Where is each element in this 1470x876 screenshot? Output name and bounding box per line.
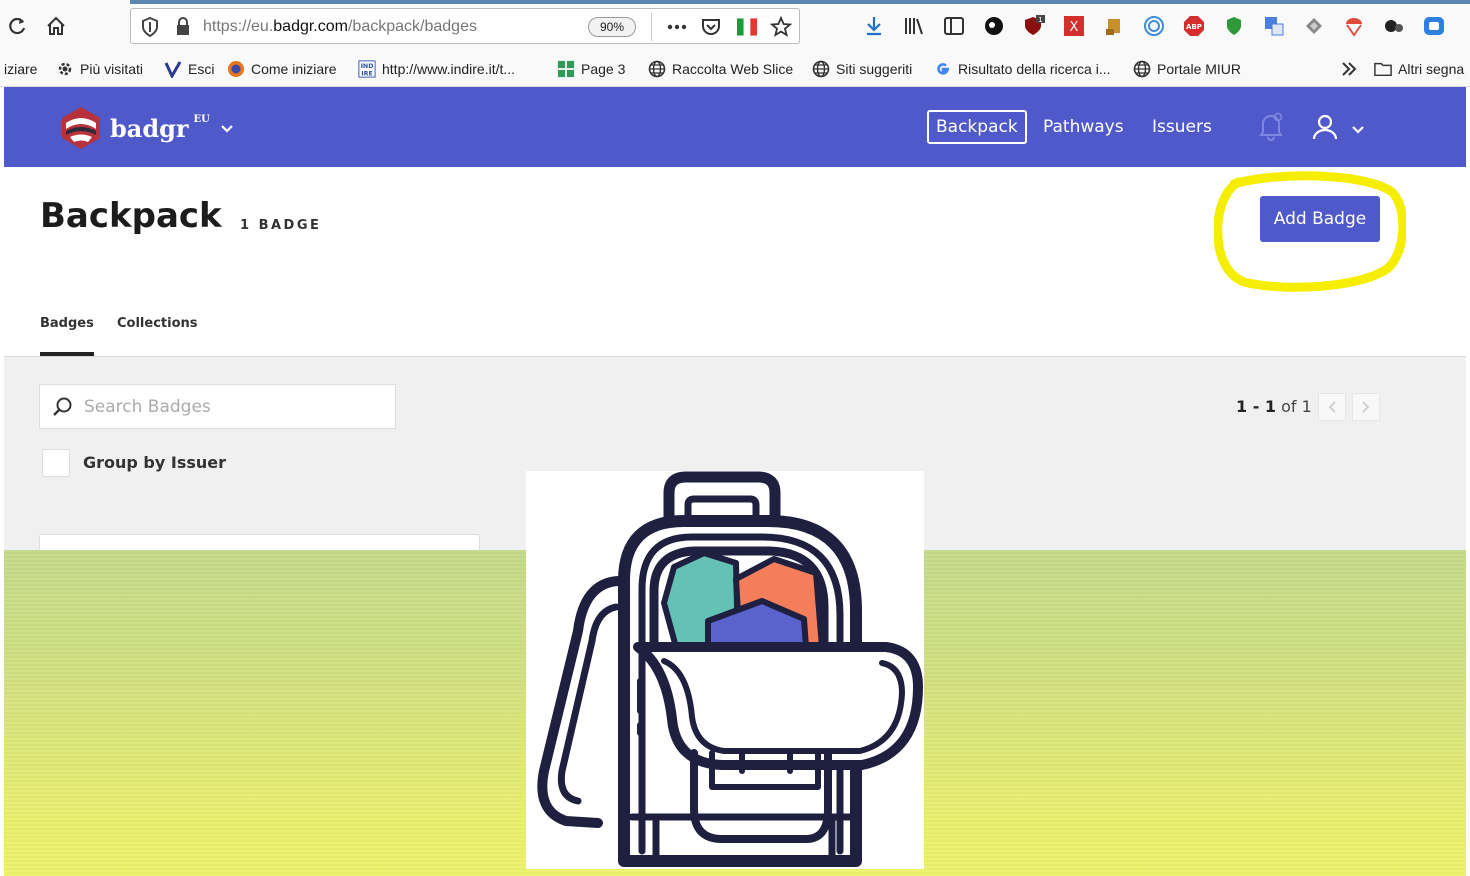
bubbles-extension-icon[interactable] bbox=[1382, 14, 1406, 38]
gear-icon bbox=[56, 60, 74, 78]
user-account-icon[interactable] bbox=[1312, 113, 1338, 145]
nav-backpack[interactable]: Backpack bbox=[927, 110, 1027, 144]
brand-region: EU bbox=[193, 113, 210, 125]
search-box bbox=[39, 384, 396, 429]
backpack-illustration bbox=[526, 471, 924, 869]
italy-flag-icon[interactable] bbox=[735, 15, 759, 39]
more-bookmarks-chevron-icon[interactable] bbox=[1340, 58, 1358, 80]
badge-count: 1 BADGE bbox=[240, 218, 322, 233]
bookmark-item[interactable]: Portale MIUR bbox=[1133, 58, 1241, 80]
bookmark-item[interactable]: Page 3 bbox=[557, 58, 625, 80]
bookmark-label: Risultato della ricerca i... bbox=[958, 61, 1111, 77]
bookmark-label: http://www.indire.it/t... bbox=[382, 61, 516, 77]
page-title: Backpack bbox=[40, 196, 222, 236]
next-page-button[interactable] bbox=[1352, 393, 1380, 421]
tab-badges[interactable]: Badges bbox=[40, 316, 94, 356]
circle-extension-icon[interactable] bbox=[1142, 14, 1166, 38]
group-by-issuer-checkbox[interactable] bbox=[42, 449, 70, 477]
pagination-total: of 1 bbox=[1281, 397, 1312, 416]
svg-text:1: 1 bbox=[1038, 16, 1042, 24]
chevron-left-icon bbox=[1328, 401, 1336, 413]
translate-extension-icon[interactable]: X bbox=[1062, 14, 1086, 38]
search-input[interactable] bbox=[84, 394, 384, 420]
bookmark-item[interactable]: Esci bbox=[164, 58, 214, 80]
toolbar-accent-line bbox=[130, 0, 1470, 4]
page-grid-icon bbox=[557, 60, 575, 78]
firefox-icon bbox=[227, 60, 245, 78]
app-header: badgr EU Backpack Pathways Issuers bbox=[4, 87, 1466, 167]
chat-extension-icon[interactable] bbox=[1422, 14, 1446, 38]
bookmark-item[interactable]: iziare bbox=[4, 58, 37, 80]
bookmark-item[interactable]: Risultato della ricerca i... bbox=[934, 58, 1111, 80]
folder-icon bbox=[1374, 60, 1392, 78]
group-by-issuer-label: Group by Issuer bbox=[83, 453, 227, 472]
scroll-extension-icon[interactable] bbox=[1102, 14, 1126, 38]
sidebar-icon[interactable] bbox=[942, 14, 966, 38]
svg-text:ABP: ABP bbox=[1186, 23, 1202, 31]
pagination-range: 1 - 1 bbox=[1236, 397, 1277, 416]
extension-ghost-icon[interactable] bbox=[982, 14, 1006, 38]
svg-text:IRE: IRE bbox=[361, 70, 373, 77]
diamond-extension-icon[interactable] bbox=[1302, 14, 1326, 38]
globe-icon bbox=[812, 60, 830, 78]
bookmark-label: Portale MIUR bbox=[1157, 61, 1242, 77]
google-translate-icon[interactable] bbox=[1262, 14, 1286, 38]
url-text[interactable]: https://eu.badgr.com/backpack/badges bbox=[203, 18, 477, 36]
bookmark-label: Esci bbox=[188, 61, 215, 77]
other-bookmarks-label: Altri segna bbox=[1398, 61, 1465, 77]
globe-icon bbox=[648, 60, 666, 78]
bookmark-item[interactable]: Come iniziare bbox=[227, 58, 337, 80]
tab-collections[interactable]: Collections bbox=[117, 316, 198, 356]
bookmarks-bar: iziare Più visitati Esci Come iniziare I… bbox=[0, 52, 1470, 87]
backpack-icon bbox=[537, 471, 923, 867]
nav-pathways[interactable]: Pathways bbox=[1043, 110, 1124, 144]
balloon-extension-icon[interactable] bbox=[1342, 14, 1366, 38]
bookmark-label: Page 3 bbox=[581, 61, 626, 77]
bookmark-label: Più visitati bbox=[80, 61, 144, 77]
brand-name: badgr bbox=[110, 113, 189, 143]
previous-page-button[interactable] bbox=[1318, 393, 1346, 421]
bookmark-label: iziare bbox=[4, 61, 38, 77]
svg-text:IND: IND bbox=[361, 63, 374, 70]
bookmark-item[interactable]: IND IRE http://www.indire.it/t... bbox=[358, 58, 515, 80]
bookmark-label: Raccolta Web Slice bbox=[672, 61, 794, 77]
chevron-right-icon bbox=[1362, 401, 1370, 413]
bookmark-label: Come iniziare bbox=[251, 61, 337, 77]
zoom-indicator[interactable]: 90% bbox=[588, 17, 636, 37]
url-divider bbox=[651, 13, 652, 41]
more-actions-icon[interactable] bbox=[665, 15, 689, 39]
bookmark-label: Siti suggeriti bbox=[836, 61, 913, 77]
bookmark-item[interactable]: Più visitati bbox=[56, 58, 143, 80]
bookmark-item[interactable]: Siti suggeriti bbox=[812, 58, 912, 80]
chevron-down-icon[interactable] bbox=[220, 119, 234, 138]
nav-issuers[interactable]: Issuers bbox=[1152, 110, 1212, 144]
badgr-logo-icon bbox=[62, 107, 100, 149]
svg-text:X: X bbox=[1070, 20, 1079, 35]
bookmark-star-icon[interactable] bbox=[769, 15, 793, 39]
reload-icon[interactable] bbox=[4, 12, 32, 40]
pagination-info: 1 - 1 of 1 bbox=[1236, 397, 1312, 416]
bookmark-item[interactable]: Raccolta Web Slice bbox=[648, 58, 793, 80]
library-icon[interactable] bbox=[902, 14, 926, 38]
badgr-logo[interactable]: badgr EU bbox=[58, 105, 210, 151]
adblock-plus-icon[interactable]: ABP bbox=[1182, 14, 1206, 38]
v-logo-icon bbox=[164, 60, 182, 78]
indire-logo-icon: IND IRE bbox=[358, 60, 376, 78]
add-badge-button[interactable]: Add Badge bbox=[1260, 196, 1380, 242]
ublock-icon[interactable]: 1 bbox=[1022, 14, 1046, 38]
search-icon bbox=[52, 396, 74, 422]
home-icon[interactable] bbox=[42, 12, 70, 40]
download-icon[interactable] bbox=[862, 14, 886, 38]
other-bookmarks-folder[interactable]: Altri segna bbox=[1374, 58, 1464, 80]
google-icon bbox=[934, 60, 952, 78]
url-bar[interactable]: https://eu.badgr.com/backpack/badges 90% bbox=[130, 8, 800, 44]
browser-toolbar: https://eu.badgr.com/backpack/badges 90%… bbox=[0, 0, 1470, 52]
lock-icon[interactable] bbox=[175, 17, 191, 41]
chevron-down-icon[interactable] bbox=[1351, 120, 1365, 139]
globe-icon bbox=[1133, 60, 1151, 78]
pocket-icon[interactable] bbox=[699, 15, 723, 39]
tracking-shield-icon[interactable] bbox=[141, 16, 159, 41]
notification-bell-icon[interactable] bbox=[1258, 111, 1284, 145]
green-shield-icon[interactable] bbox=[1222, 14, 1246, 38]
